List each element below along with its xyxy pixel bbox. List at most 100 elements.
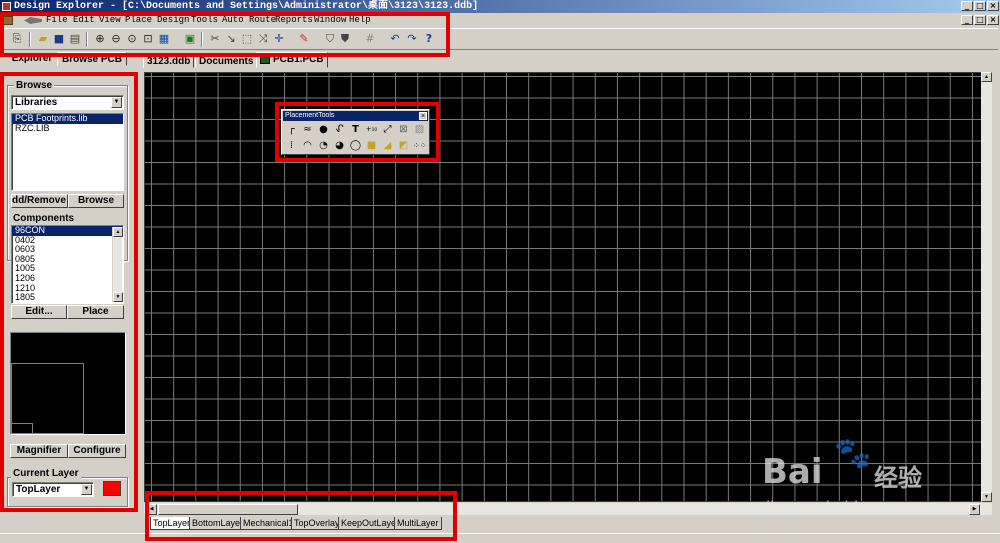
- layer-tab-mechanical1[interactable]: Mechanical1: [240, 517, 297, 530]
- toolbar-separator: [86, 32, 88, 47]
- zoom-area-icon[interactable]: ⊡: [141, 32, 155, 46]
- component-icon[interactable]: ▦: [157, 32, 171, 46]
- minimize-button[interactable]: _: [961, 1, 973, 11]
- menu-tools[interactable]: Tools: [191, 14, 218, 27]
- grid-icon[interactable]: #: [363, 32, 377, 46]
- canvas-vertical-scrollbar[interactable]: ▲ ▼: [981, 72, 992, 502]
- circle-icon[interactable]: ◯: [349, 139, 362, 152]
- select-icon[interactable]: ⬚: [240, 32, 254, 46]
- explorer-arrow-icon[interactable]: [24, 17, 42, 24]
- arc-wire-icon[interactable]: ≈: [301, 123, 314, 136]
- hierarchy-icon[interactable]: ⎘: [10, 32, 24, 46]
- cut-icon[interactable]: ✂: [208, 32, 222, 46]
- track-icon[interactable]: ┌: [285, 123, 298, 136]
- scroll-up-icon[interactable]: ▲: [113, 227, 123, 237]
- paste-icon[interactable]: ↘: [224, 32, 238, 46]
- undo-icon[interactable]: ↶: [388, 32, 402, 46]
- menu-auto-route[interactable]: Auto Route: [222, 14, 276, 27]
- layer-tab-topoverlay[interactable]: TopOverlay: [291, 517, 343, 530]
- place-button[interactable]: Place: [67, 305, 124, 319]
- layer-tab-toplayer[interactable]: TopLayer: [150, 517, 194, 530]
- layer-tab-multilayer[interactable]: MultiLayer: [394, 517, 442, 530]
- scroll-right-icon[interactable]: ▶: [969, 504, 980, 515]
- menu-reports[interactable]: Reports: [275, 14, 313, 27]
- menu-place[interactable]: Place: [125, 14, 152, 27]
- scroll-down-icon[interactable]: ▼: [981, 492, 992, 502]
- doc-restore-button[interactable]: □: [974, 15, 986, 25]
- pad-icon[interactable]: ●: [317, 123, 330, 136]
- zoom-out-icon[interactable]: ⊖: [109, 32, 123, 46]
- array-icon[interactable]: ⁘⁘: [413, 139, 426, 152]
- dimension-icon[interactable]: ⤢: [381, 123, 394, 136]
- tab-3123-ddb[interactable]: 3123.ddb: [143, 54, 195, 68]
- doc-minimize-button[interactable]: _: [961, 15, 973, 25]
- current-layer-select[interactable]: TopLayer ▼: [12, 482, 94, 497]
- chevron-down-icon[interactable]: ▼: [111, 97, 122, 108]
- list-item[interactable]: 1805: [12, 293, 123, 303]
- configure-button[interactable]: Configure: [68, 444, 126, 458]
- minimap-view-rect[interactable]: [11, 423, 33, 434]
- help-icon[interactable]: ?: [422, 32, 436, 46]
- layer-color-swatch[interactable]: [103, 481, 121, 496]
- placement-tools-titlebar[interactable]: PlacementTools ×: [283, 111, 428, 121]
- edit-button[interactable]: Edit...: [11, 305, 67, 319]
- menu-window[interactable]: Window: [314, 14, 346, 27]
- open-icon[interactable]: ▰: [36, 32, 50, 46]
- tab-explorer[interactable]: Explorer: [8, 52, 56, 66]
- library-list[interactable]: PCB Footprints.lib RZC.LIB: [11, 113, 124, 191]
- menu-edit[interactable]: Edit: [73, 14, 95, 27]
- list-item[interactable]: RZC.LIB: [12, 123, 123, 134]
- horizontal-scroll-thumb[interactable]: [158, 504, 298, 515]
- layer-tab-bottomlayer[interactable]: BottomLayer: [189, 517, 247, 530]
- tab-documents[interactable]: Documents: [195, 54, 258, 68]
- origin-icon[interactable]: ⁞: [285, 139, 298, 152]
- polygon-icon[interactable]: ◢: [381, 139, 394, 152]
- components-scrollbar[interactable]: ▲ ▼: [112, 227, 123, 302]
- move-icon[interactable]: ⤨: [256, 32, 270, 46]
- tab-browse-pcb[interactable]: Browse PCB: [57, 52, 127, 66]
- window-title: Design Explorer - [C:\Documents and Sett…: [14, 1, 479, 12]
- add-remove-button[interactable]: dd/Remove: [11, 194, 68, 208]
- text-icon[interactable]: T: [349, 123, 362, 136]
- zoom-in-icon[interactable]: ⊕: [93, 32, 107, 46]
- library-icon[interactable]: ⛉: [323, 32, 337, 46]
- menu-help[interactable]: Help: [349, 14, 371, 27]
- menu-file[interactable]: File: [46, 14, 68, 27]
- redo-icon[interactable]: ↷: [405, 32, 419, 46]
- tab-pcb1[interactable]: PCB1.PCB: [256, 52, 328, 68]
- split-plane-icon[interactable]: ◩: [397, 139, 410, 152]
- menu-design[interactable]: Design: [157, 14, 189, 27]
- rect-fill-icon[interactable]: ■: [365, 139, 378, 152]
- library-browse-icon[interactable]: ⛊: [338, 32, 352, 46]
- scroll-down-icon[interactable]: ▼: [113, 292, 123, 302]
- print-icon[interactable]: ▤: [68, 32, 82, 46]
- maximize-button[interactable]: □: [974, 1, 986, 11]
- menu-view[interactable]: View: [99, 14, 121, 27]
- zoom-page-icon[interactable]: ⊙: [125, 32, 139, 46]
- highlight-icon[interactable]: ✎: [297, 32, 311, 46]
- close-button[interactable]: ×: [987, 1, 999, 11]
- magnifier-button[interactable]: Magnifier: [10, 444, 68, 458]
- arc-edge-icon[interactable]: ◔: [317, 139, 330, 152]
- browse-mode-select[interactable]: Libraries ▼: [11, 95, 124, 110]
- board-minimap[interactable]: [10, 332, 126, 435]
- room-icon[interactable]: ⊠: [397, 123, 410, 136]
- coordinate-icon[interactable]: +₁₀: [365, 123, 378, 136]
- arc-any-icon[interactable]: ◕: [333, 139, 346, 152]
- via-icon[interactable]: ᖋ: [333, 123, 346, 136]
- cross-probe-icon[interactable]: ▣: [183, 32, 197, 46]
- arc-center-icon[interactable]: ◠: [301, 139, 314, 152]
- fill-icon[interactable]: ▨: [413, 123, 426, 136]
- layer-tab-keepoutlayer[interactable]: KeepOutLayer: [338, 517, 403, 530]
- doc-close-button[interactable]: ×: [987, 15, 999, 25]
- components-list[interactable]: 96CON 0402 0603 0805 1005 1206 1210 1805…: [11, 225, 124, 304]
- document-icon[interactable]: [3, 16, 13, 25]
- scroll-up-icon[interactable]: ▲: [981, 72, 992, 82]
- browse-button[interactable]: Browse: [68, 194, 124, 208]
- close-icon[interactable]: ×: [419, 112, 427, 120]
- placement-tools-palette[interactable]: PlacementTools × ┌ ≈ ● ᖋ T +₁₀ ⤢ ⊠ ▨ ⁞ ◠…: [281, 109, 430, 155]
- save-icon[interactable]: ■: [52, 32, 66, 46]
- scroll-left-icon[interactable]: ◀: [146, 504, 157, 515]
- chevron-down-icon[interactable]: ▼: [81, 484, 92, 495]
- crosshair-icon[interactable]: ✛: [272, 32, 286, 46]
